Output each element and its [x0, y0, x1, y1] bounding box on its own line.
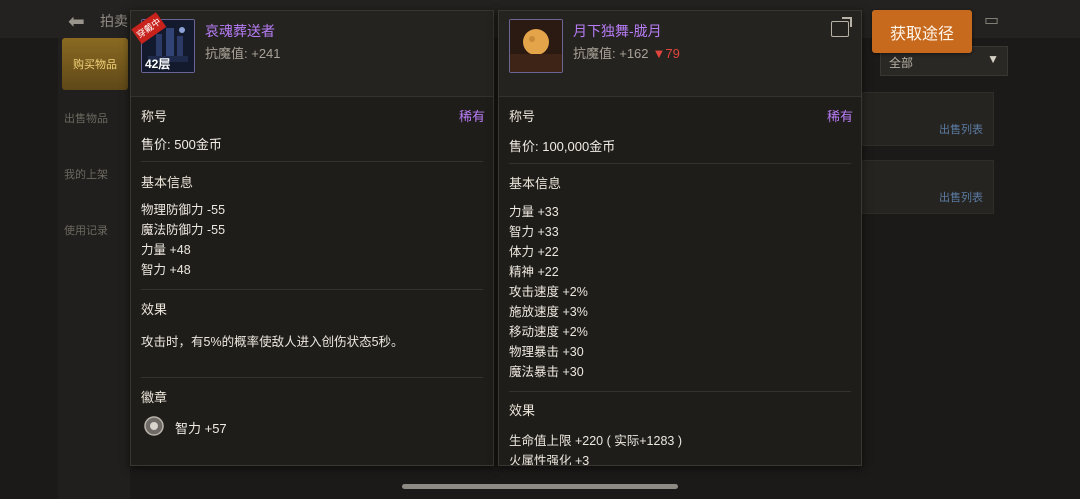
tooltip-header: 穿戴中 42层 哀魂葬送者 抗魔值: +241 [131, 11, 493, 97]
page-title: 拍卖 [100, 13, 128, 29]
resist-value: 抗魔值: +162 ▼79 [573, 43, 680, 62]
item-tooltip-equipped: 穿戴中 42层 哀魂葬送者 抗魔值: +241 称号 稀有 售价: 500金币 … [130, 10, 494, 466]
stat-item: 魔法防御力 -55 [141, 223, 226, 237]
item-type: 称号 [509, 109, 536, 124]
get-source-button[interactable]: 获取途径 [872, 10, 972, 53]
resist-diff: ▼79 [652, 46, 680, 61]
listing-card[interactable]: 出售列表 [862, 160, 994, 214]
stat-item: 精神 +22 [509, 265, 559, 279]
stat-list: 物理防御力 -55 魔法防御力 -55 力量 +48 智力 +48 [141, 200, 225, 280]
stat-item: 移动速度 +2% [509, 325, 588, 339]
moon-icon [510, 20, 562, 72]
badge-stat: 智力 +57 [175, 421, 227, 436]
sidebar [58, 38, 130, 499]
sidebar-item-history[interactable]: 使用记录 [64, 222, 128, 238]
effect-title: 效果 [509, 403, 536, 418]
basic-info-title: 基本信息 [141, 175, 194, 190]
stat-item: 施放速度 +3% [509, 305, 588, 319]
effect-title: 效果 [141, 302, 168, 317]
effect-line: 火属性强化 +3 [509, 454, 590, 466]
item-tooltip-compare: 月下独舞-胧月 抗魔值: +162 ▼79 称号 稀有 售价: 100,000金币… [498, 10, 862, 466]
chat-icon[interactable]: ▭ [984, 10, 999, 30]
price: 售价: 100,000金币 [509, 139, 616, 154]
effect-line: 生命值上限 +220 ( 实际+1283 ) [509, 434, 682, 448]
share-icon[interactable] [831, 21, 849, 37]
stat-list: 力量 +33 智力 +33 体力 +22 精神 +22 攻击速度 +2% 施放速… [509, 202, 588, 382]
stat-item: 物理防御力 -55 [141, 203, 226, 217]
sidebar-item-sell[interactable]: 出售物品 [64, 110, 128, 126]
stat-item: 物理暴击 +30 [509, 345, 584, 359]
chevron-down-icon: ▼ [987, 52, 999, 66]
tooltip-header: 月下独舞-胧月 抗魔值: +162 ▼79 [499, 11, 861, 97]
stat-item: 智力 +48 [141, 263, 191, 277]
sidebar-item-listings[interactable]: 我的上架 [64, 166, 128, 182]
sell-list-link[interactable]: 出售列表 [939, 189, 983, 205]
basic-info-title: 基本信息 [509, 176, 562, 191]
resist-value: 抗魔值: +241 [205, 46, 281, 61]
badge-gem-icon [144, 416, 164, 436]
badge-title: 徽章 [141, 390, 168, 405]
item-icon [509, 19, 563, 73]
rarity-label: 稀有 [458, 109, 485, 124]
divider [509, 163, 851, 164]
stat-item: 力量 +33 [509, 205, 559, 219]
resist-text: 抗魔值: +162 [573, 46, 649, 61]
divider [141, 289, 483, 290]
stat-item: 攻击速度 +2% [509, 285, 588, 299]
divider [141, 377, 483, 378]
item-type: 称号 [141, 109, 168, 124]
sell-list-link[interactable]: 出售列表 [939, 121, 983, 137]
home-indicator [402, 484, 678, 489]
effect-text: 攻击时，有5%的概率使敌人进入创伤状态5秒。 [141, 335, 404, 349]
divider [509, 391, 851, 392]
price: 售价: 500金币 [141, 137, 222, 152]
listing-card[interactable]: 出售列表 [862, 92, 994, 146]
stat-item: 智力 +33 [509, 225, 559, 239]
level-badge: 42层 [145, 57, 171, 71]
item-name: 月下独舞-胧月 [573, 23, 662, 39]
sidebar-item-buy[interactable]: 购买物品 [62, 38, 128, 90]
rarity-label: 稀有 [826, 109, 853, 124]
stat-item: 魔法暴击 +30 [509, 365, 584, 379]
stat-item: 体力 +22 [509, 245, 559, 259]
back-arrow-icon[interactable]: ⬅ [68, 9, 85, 34]
filter-value: 全部 [889, 56, 914, 70]
divider [141, 161, 483, 162]
item-name: 哀魂葬送者 [205, 23, 275, 39]
stat-item: 力量 +48 [141, 243, 191, 257]
